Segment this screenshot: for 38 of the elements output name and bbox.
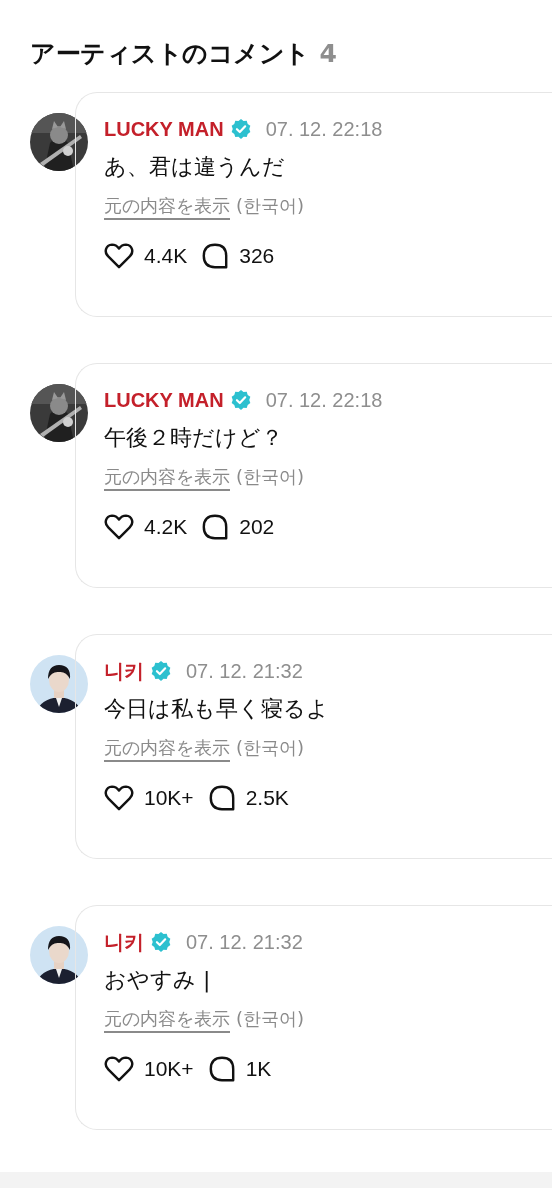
like-count: 4.2K (144, 515, 188, 539)
comment-time: 07. 12. 21:32 (186, 930, 303, 954)
author-name[interactable]: LUCKY MAN (104, 388, 224, 412)
like-count: 4.4K (144, 244, 188, 268)
speech-bubble-icon[interactable] (201, 513, 230, 541)
reply-count: 326 (239, 244, 275, 268)
reply-count: 202 (239, 515, 275, 539)
like-count: 10K+ (144, 786, 194, 810)
author-name[interactable]: 니키 (104, 928, 144, 956)
speech-bubble-icon[interactable] (201, 242, 230, 270)
comment-time: 07. 12. 22:18 (265, 388, 383, 412)
show-original-link[interactable]: 元の内容を表示 (104, 465, 230, 489)
original-language: (한국어) (236, 194, 305, 218)
speech-bubble-icon[interactable] (207, 1055, 236, 1083)
reply-count: 2.5K (245, 786, 289, 810)
comment-count: 4 (319, 39, 337, 68)
original-language: (한국어) (236, 1007, 305, 1031)
comment-time: 07. 12. 22:18 (265, 117, 383, 141)
comment-time: 07. 12. 21:32 (186, 659, 303, 683)
original-language: (한국어) (236, 736, 305, 760)
heart-icon[interactable] (104, 513, 134, 541)
section-title: アーティストのコメント (30, 38, 310, 70)
comment-text: あ、君は違うんだ (104, 153, 286, 181)
comment-text: 午後２時だけど？ (104, 424, 284, 452)
reply-count: 1K (245, 1057, 272, 1081)
heart-icon[interactable] (104, 242, 134, 270)
heart-icon[interactable] (104, 784, 134, 812)
show-original-link[interactable]: 元の内容を表示 (104, 736, 230, 760)
like-count: 10K+ (144, 1057, 194, 1081)
heart-icon[interactable] (104, 1055, 134, 1083)
show-original-link[interactable]: 元の内容を表示 (104, 194, 230, 218)
author-name[interactable]: 니키 (104, 657, 144, 685)
author-name[interactable]: LUCKY MAN (104, 117, 224, 141)
comment-text: 今日は私も早く寝るよ (104, 695, 330, 723)
speech-bubble-icon[interactable] (207, 784, 236, 812)
original-language: (한국어) (236, 465, 305, 489)
comment-text: おやすみ | (104, 966, 212, 995)
show-original-link[interactable]: 元の内容を表示 (104, 1007, 230, 1031)
